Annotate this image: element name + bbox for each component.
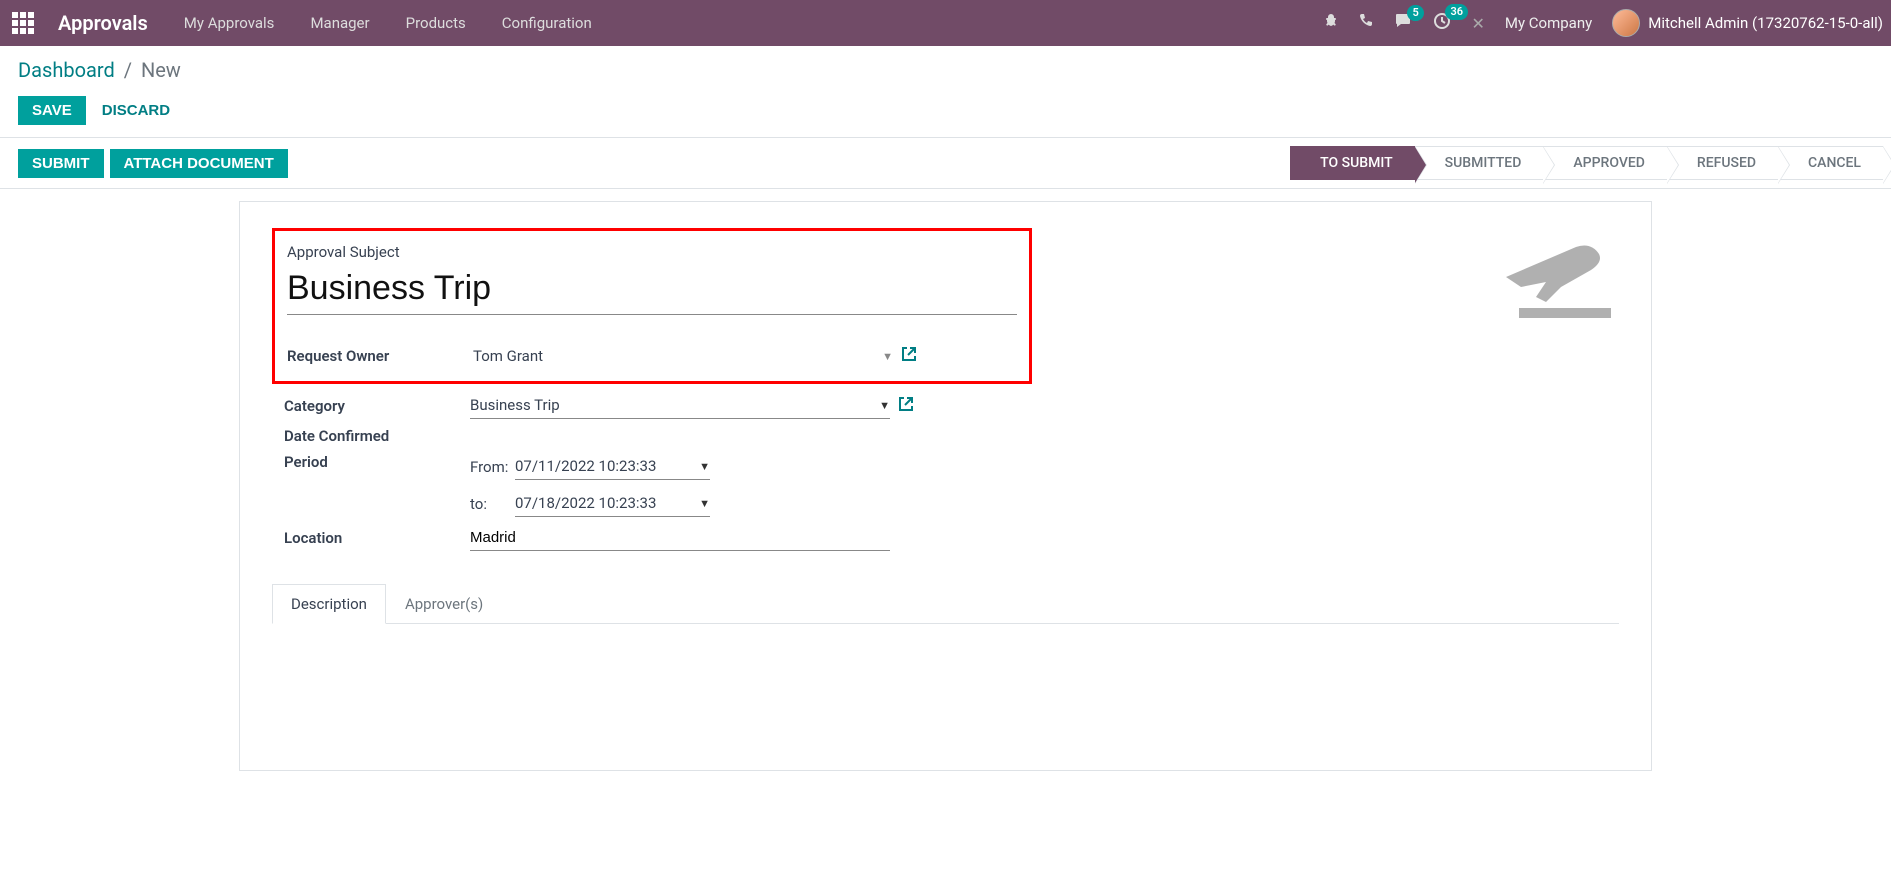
nav-products[interactable]: Products: [406, 14, 466, 32]
top-navbar: Approvals My Approvals Manager Products …: [0, 0, 1891, 46]
breadcrumb-current: New: [141, 58, 181, 82]
breadcrumb: Dashboard / New: [18, 58, 1873, 82]
avatar: [1612, 9, 1640, 37]
location-field[interactable]: [470, 525, 890, 551]
status-submitted[interactable]: SUBMITTED: [1415, 146, 1544, 180]
close-tray-icon[interactable]: ✕: [1471, 14, 1484, 33]
subject-input[interactable]: [287, 267, 1017, 315]
phone-icon[interactable]: [1359, 13, 1375, 33]
period-to-label: to:: [470, 495, 515, 513]
tab-content: [272, 624, 1619, 744]
tab-description[interactable]: Description: [272, 584, 386, 624]
nav-my-approvals[interactable]: My Approvals: [184, 14, 275, 32]
period-from-field[interactable]: 07/11/2022 10:23:33 ▼: [515, 453, 710, 480]
status-steps: TO SUBMIT SUBMITTED APPROVED REFUSED CAN…: [1290, 146, 1883, 180]
chevron-down-icon[interactable]: ▼: [882, 350, 893, 363]
plane-icon: [1491, 232, 1611, 326]
debug-icon[interactable]: [1323, 13, 1339, 33]
category-external-link-icon[interactable]: [898, 396, 914, 416]
chevron-down-icon[interactable]: ▼: [699, 460, 710, 473]
company-selector[interactable]: My Company: [1505, 14, 1592, 32]
nav-manager[interactable]: Manager: [310, 14, 369, 32]
period-from-label: From:: [470, 458, 515, 476]
category-label: Category: [284, 397, 470, 415]
save-button[interactable]: SAVE: [18, 96, 86, 125]
status-refused[interactable]: REFUSED: [1667, 146, 1778, 180]
breadcrumb-dashboard[interactable]: Dashboard: [18, 58, 115, 82]
owner-field[interactable]: Tom Grant ▼: [473, 343, 893, 369]
attach-document-button[interactable]: ATTACH DOCUMENT: [110, 149, 288, 178]
messages-icon[interactable]: 5: [1395, 13, 1413, 33]
date-confirmed-label: Date Confirmed: [284, 427, 470, 445]
discard-button[interactable]: DISCARD: [102, 96, 170, 125]
tabs: Description Approver(s): [272, 583, 1619, 624]
control-panel: Dashboard / New SAVE DISCARD: [0, 46, 1891, 138]
highlight-box: Approval Subject Request Owner Tom Grant…: [272, 228, 1032, 384]
username: Mitchell Admin (17320762-15-0-all): [1648, 14, 1883, 32]
chevron-down-icon[interactable]: ▼: [879, 399, 890, 412]
period-to-field[interactable]: 07/18/2022 10:23:33 ▼: [515, 490, 710, 517]
status-to-submit[interactable]: TO SUBMIT: [1290, 146, 1414, 180]
category-field[interactable]: Business Trip ▼: [470, 392, 890, 419]
messages-badge: 5: [1407, 5, 1423, 21]
chevron-down-icon[interactable]: ▼: [699, 497, 710, 510]
owner-label: Request Owner: [287, 347, 473, 365]
status-cancel[interactable]: CANCEL: [1778, 146, 1883, 180]
user-menu[interactable]: Mitchell Admin (17320762-15-0-all): [1612, 9, 1883, 37]
tab-approvers[interactable]: Approver(s): [386, 584, 502, 624]
status-approved[interactable]: APPROVED: [1543, 146, 1667, 180]
statusbar-row: SUBMIT ATTACH DOCUMENT TO SUBMIT SUBMITT…: [0, 138, 1891, 189]
owner-external-link-icon[interactable]: [901, 346, 917, 366]
app-brand[interactable]: Approvals: [58, 11, 148, 35]
activities-icon[interactable]: 36: [1433, 12, 1451, 34]
nav-configuration[interactable]: Configuration: [502, 14, 592, 32]
form-sheet: Approval Subject Request Owner Tom Grant…: [239, 201, 1652, 771]
activities-badge: 36: [1445, 4, 1468, 20]
period-label: Period: [284, 453, 470, 471]
subject-label: Approval Subject: [287, 243, 1017, 261]
location-label: Location: [284, 529, 470, 547]
apps-icon[interactable]: [12, 12, 34, 34]
submit-button[interactable]: SUBMIT: [18, 149, 104, 178]
